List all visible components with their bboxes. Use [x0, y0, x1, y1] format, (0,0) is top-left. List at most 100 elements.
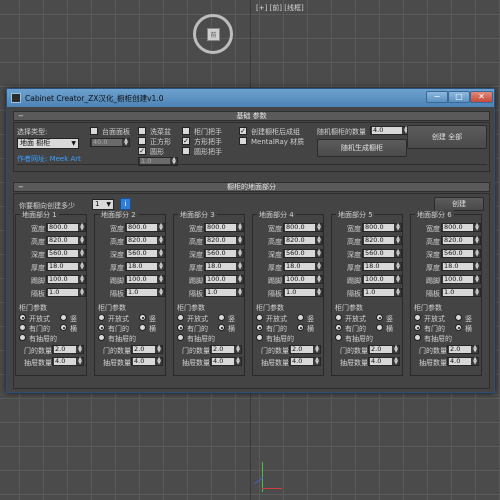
viewcube[interactable]: 前: [193, 14, 233, 54]
top-panel-spinner[interactable]: 40.0 ▲ ▼: [90, 138, 130, 147]
spinner-arrows-icon[interactable]: ▲▼: [396, 288, 400, 297]
radio-vertical[interactable]: [376, 314, 383, 321]
type-dropdown[interactable]: 地面 橱柜 ▼: [17, 138, 79, 149]
field-value[interactable]: 820.0: [48, 237, 78, 244]
spinner-arrows-icon[interactable]: ▲▼: [238, 288, 242, 297]
radio-vertical[interactable]: [297, 314, 304, 321]
spinner-arrows-icon[interactable]: ▲▼: [124, 138, 128, 147]
field-value[interactable]: 100.0: [48, 276, 78, 283]
count-dropdown[interactable]: 1 ▼: [92, 199, 114, 210]
create-all-button[interactable]: 创建 全部: [407, 125, 487, 149]
radio-drawer[interactable]: [98, 334, 105, 341]
door-count-spinner[interactable]: 2.0 ▲ ▼: [368, 345, 400, 354]
spinner-arrows-icon[interactable]: ▲▼: [238, 236, 242, 245]
radio-door[interactable]: [414, 324, 421, 331]
spinner-arrows-icon[interactable]: ▲▼: [475, 249, 479, 258]
spinner-arrows-icon[interactable]: ▲▼: [80, 249, 84, 258]
radio-open[interactable]: [414, 314, 421, 321]
spinner-arrows-icon[interactable]: ▲▼: [394, 345, 398, 354]
spinner-arrows-icon[interactable]: ▲▼: [236, 357, 240, 366]
title-bar[interactable]: Cabinet Creator_ZX汉化_橱柜创建v1.0 − □ ✕: [7, 89, 494, 107]
radio-drawer[interactable]: [19, 334, 26, 341]
minimize-button[interactable]: −: [426, 91, 448, 103]
create-button[interactable]: 创建: [434, 197, 484, 211]
field-spinner[interactable]: 820.0 ▲ ▼: [283, 236, 323, 245]
field-spinner[interactable]: 18.0 ▲ ▼: [441, 262, 481, 271]
field-value[interactable]: 820.0: [285, 237, 315, 244]
viewcube-face[interactable]: 前: [207, 28, 220, 41]
spinner-arrows-icon[interactable]: ▲▼: [159, 249, 163, 258]
field-value[interactable]: 820.0: [127, 237, 157, 244]
spinner-arrows-icon[interactable]: ▲▼: [475, 236, 479, 245]
spinner-arrows-icon[interactable]: ▲▼: [317, 223, 321, 232]
field-spinner[interactable]: 560.0 ▲ ▼: [204, 249, 244, 258]
field-value[interactable]: 18.0: [48, 263, 78, 270]
field-spinner[interactable]: 820.0 ▲ ▼: [125, 236, 165, 245]
top-panel-value[interactable]: 40.0: [92, 139, 122, 146]
spinner-arrows-icon[interactable]: ▲▼: [396, 249, 400, 258]
viewport-label[interactable]: [+] [前] [线框]: [256, 3, 304, 13]
field-value[interactable]: 1.0: [443, 289, 473, 296]
spinner-arrows-icon[interactable]: ▲▼: [396, 236, 400, 245]
field-value[interactable]: 800.0: [48, 224, 78, 231]
field-spinner[interactable]: 820.0 ▲ ▼: [204, 236, 244, 245]
field-spinner[interactable]: 18.0 ▲ ▼: [283, 262, 323, 271]
spinner-arrows-icon[interactable]: ▲▼: [159, 236, 163, 245]
spinner-arrows-icon[interactable]: ▲▼: [78, 357, 82, 366]
spinner-arrows-icon[interactable]: ▲▼: [317, 236, 321, 245]
door-count-value[interactable]: 2.0: [449, 346, 471, 353]
spinner-arrows-icon[interactable]: ▲▼: [315, 345, 319, 354]
field-value[interactable]: 1.0: [285, 289, 315, 296]
spinner-arrows-icon[interactable]: ▲▼: [238, 275, 242, 284]
field-spinner[interactable]: 100.0 ▲ ▼: [362, 275, 402, 284]
field-value[interactable]: 18.0: [443, 263, 473, 270]
field-value[interactable]: 560.0: [127, 250, 157, 257]
spinner-arrows-icon[interactable]: ▲▼: [80, 236, 84, 245]
floor-rollout-header[interactable]: − 橱柜的地面部分: [13, 182, 490, 192]
field-value[interactable]: 1.0: [364, 289, 394, 296]
radio-open[interactable]: [256, 314, 263, 321]
spinner-arrows-icon[interactable]: ▲▼: [317, 288, 321, 297]
spinner-arrows-icon[interactable]: ▲▼: [159, 275, 163, 284]
spinner-arrows-icon[interactable]: ▲▼: [80, 262, 84, 271]
round-checkbox[interactable]: ✓: [138, 147, 146, 155]
drawer-count-spinner[interactable]: 4.0 ▲ ▼: [52, 357, 84, 366]
field-spinner[interactable]: 820.0 ▲ ▼: [441, 236, 481, 245]
drawer-count-spinner[interactable]: 4.0 ▲ ▼: [210, 357, 242, 366]
radio-horizontal[interactable]: [60, 324, 67, 331]
field-value[interactable]: 560.0: [206, 250, 236, 257]
field-spinner[interactable]: 560.0 ▲ ▼: [283, 249, 323, 258]
info-icon[interactable]: i: [120, 198, 131, 210]
field-spinner[interactable]: 1.0 ▲ ▼: [283, 288, 323, 297]
field-value[interactable]: 100.0: [285, 276, 315, 283]
drawer-count-value[interactable]: 4.0: [212, 358, 234, 365]
radio-vertical[interactable]: [60, 314, 67, 321]
field-spinner[interactable]: 560.0 ▲ ▼: [441, 249, 481, 258]
field-spinner[interactable]: 800.0 ▲ ▼: [125, 223, 165, 232]
top-panel-checkbox[interactable]: [90, 127, 98, 135]
spinner-arrows-icon[interactable]: ▲▼: [396, 275, 400, 284]
radio-open[interactable]: [19, 314, 26, 321]
spinner-arrows-icon[interactable]: ▲▼: [473, 357, 477, 366]
door-count-value[interactable]: 2.0: [212, 346, 234, 353]
spinner-arrows-icon[interactable]: ▲▼: [159, 288, 163, 297]
drawer-count-value[interactable]: 4.0: [54, 358, 76, 365]
radio-horizontal[interactable]: [376, 324, 383, 331]
field-spinner[interactable]: 1.0 ▲ ▼: [362, 288, 402, 297]
field-spinner[interactable]: 100.0 ▲ ▼: [441, 275, 481, 284]
field-spinner[interactable]: 800.0 ▲ ▼: [46, 223, 86, 232]
field-value[interactable]: 560.0: [364, 250, 394, 257]
sink-checkbox[interactable]: [138, 127, 146, 135]
field-spinner[interactable]: 18.0 ▲ ▼: [204, 262, 244, 271]
field-spinner[interactable]: 800.0 ▲ ▼: [441, 223, 481, 232]
radio-drawer[interactable]: [256, 334, 263, 341]
square-checkbox[interactable]: [138, 137, 146, 145]
random-generate-button[interactable]: 随机生成橱柜: [317, 139, 407, 157]
field-value[interactable]: 18.0: [364, 263, 394, 270]
mentalray-checkbox[interactable]: [239, 137, 247, 145]
field-spinner[interactable]: 800.0 ▲ ▼: [204, 223, 244, 232]
field-value[interactable]: 800.0: [206, 224, 236, 231]
drawer-count-spinner[interactable]: 4.0 ▲ ▼: [131, 357, 163, 366]
spinner-arrows-icon[interactable]: ▲▼: [157, 357, 161, 366]
drawer-count-value[interactable]: 4.0: [370, 358, 392, 365]
